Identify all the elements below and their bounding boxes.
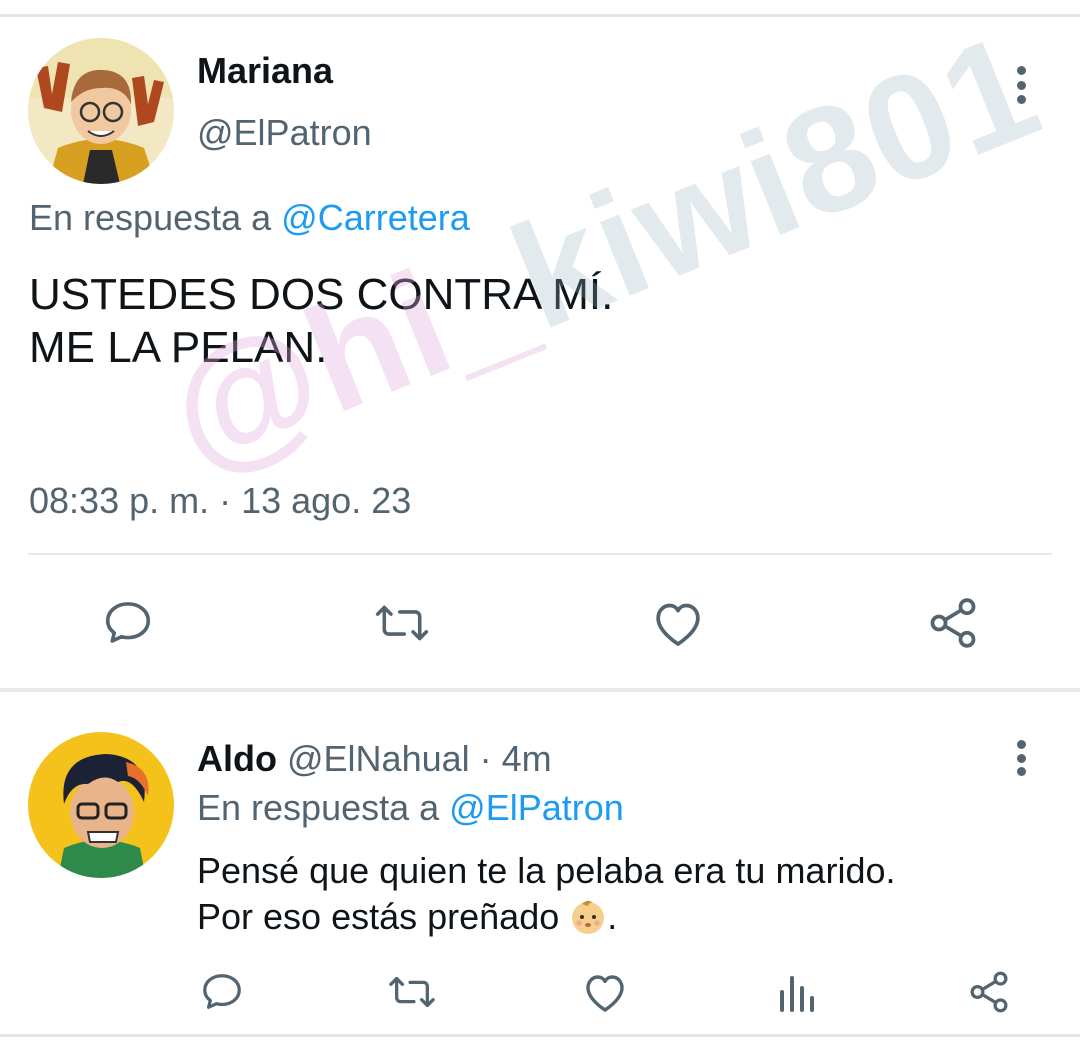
display-name[interactable]: Mariana <box>197 50 333 92</box>
tweet-text-segment: . <box>607 896 618 937</box>
user-handle[interactable]: @ElPatron <box>197 112 372 154</box>
tweet-text: USTEDES DOS CONTRA MÍ. ME LA PELAN. <box>29 270 614 372</box>
reply-mention-link[interactable]: @ElPatron <box>449 787 624 828</box>
tweet-text: Pensé que quien te la pelaba era tu mari… <box>197 848 895 940</box>
retweet-icon[interactable] <box>384 966 440 1018</box>
separator-dot: · <box>469 738 502 779</box>
tweet-text-line: Por eso estás preñado . <box>197 894 895 940</box>
reply-context: En respuesta a @Carretera <box>29 197 470 239</box>
baby-emoji-icon <box>569 897 607 935</box>
more-vertical-icon[interactable] <box>1006 740 1036 776</box>
avatar[interactable] <box>28 38 174 184</box>
avatar[interactable] <box>28 732 174 878</box>
tweet-timestamp[interactable]: 08:33 p. m. · 13 ago. 23 <box>29 480 411 522</box>
reply-icon[interactable] <box>196 966 248 1018</box>
more-vertical-icon[interactable] <box>1006 66 1036 104</box>
reply-mention-link[interactable]: @Carretera <box>281 197 470 238</box>
reply-context: En respuesta a @ElPatron <box>197 787 624 829</box>
top-divider <box>0 14 1080 17</box>
relative-time[interactable]: 4m <box>502 738 552 779</box>
bottom-divider <box>0 1034 1080 1037</box>
retweet-icon[interactable] <box>369 593 435 653</box>
tweet-separator <box>0 688 1080 692</box>
display-name[interactable]: Aldo <box>197 738 277 779</box>
user-handle[interactable]: @ElNahual <box>287 738 470 779</box>
heart-icon[interactable] <box>648 593 708 653</box>
tweet-text-line: Pensé que quien te la pelaba era tu mari… <box>197 850 896 891</box>
reply-prefix: En respuesta a <box>197 787 440 828</box>
views-icon[interactable] <box>774 966 818 1018</box>
divider <box>28 553 1052 555</box>
reply-header: Aldo @ElNahual · 4m <box>197 738 552 780</box>
tweet-text-segment: Por eso estás preñado <box>197 896 570 937</box>
reply-icon[interactable] <box>98 593 158 653</box>
heart-icon[interactable] <box>580 966 630 1018</box>
share-icon[interactable] <box>922 593 984 653</box>
reply-prefix: En respuesta a <box>29 197 272 238</box>
share-icon[interactable] <box>964 966 1014 1018</box>
